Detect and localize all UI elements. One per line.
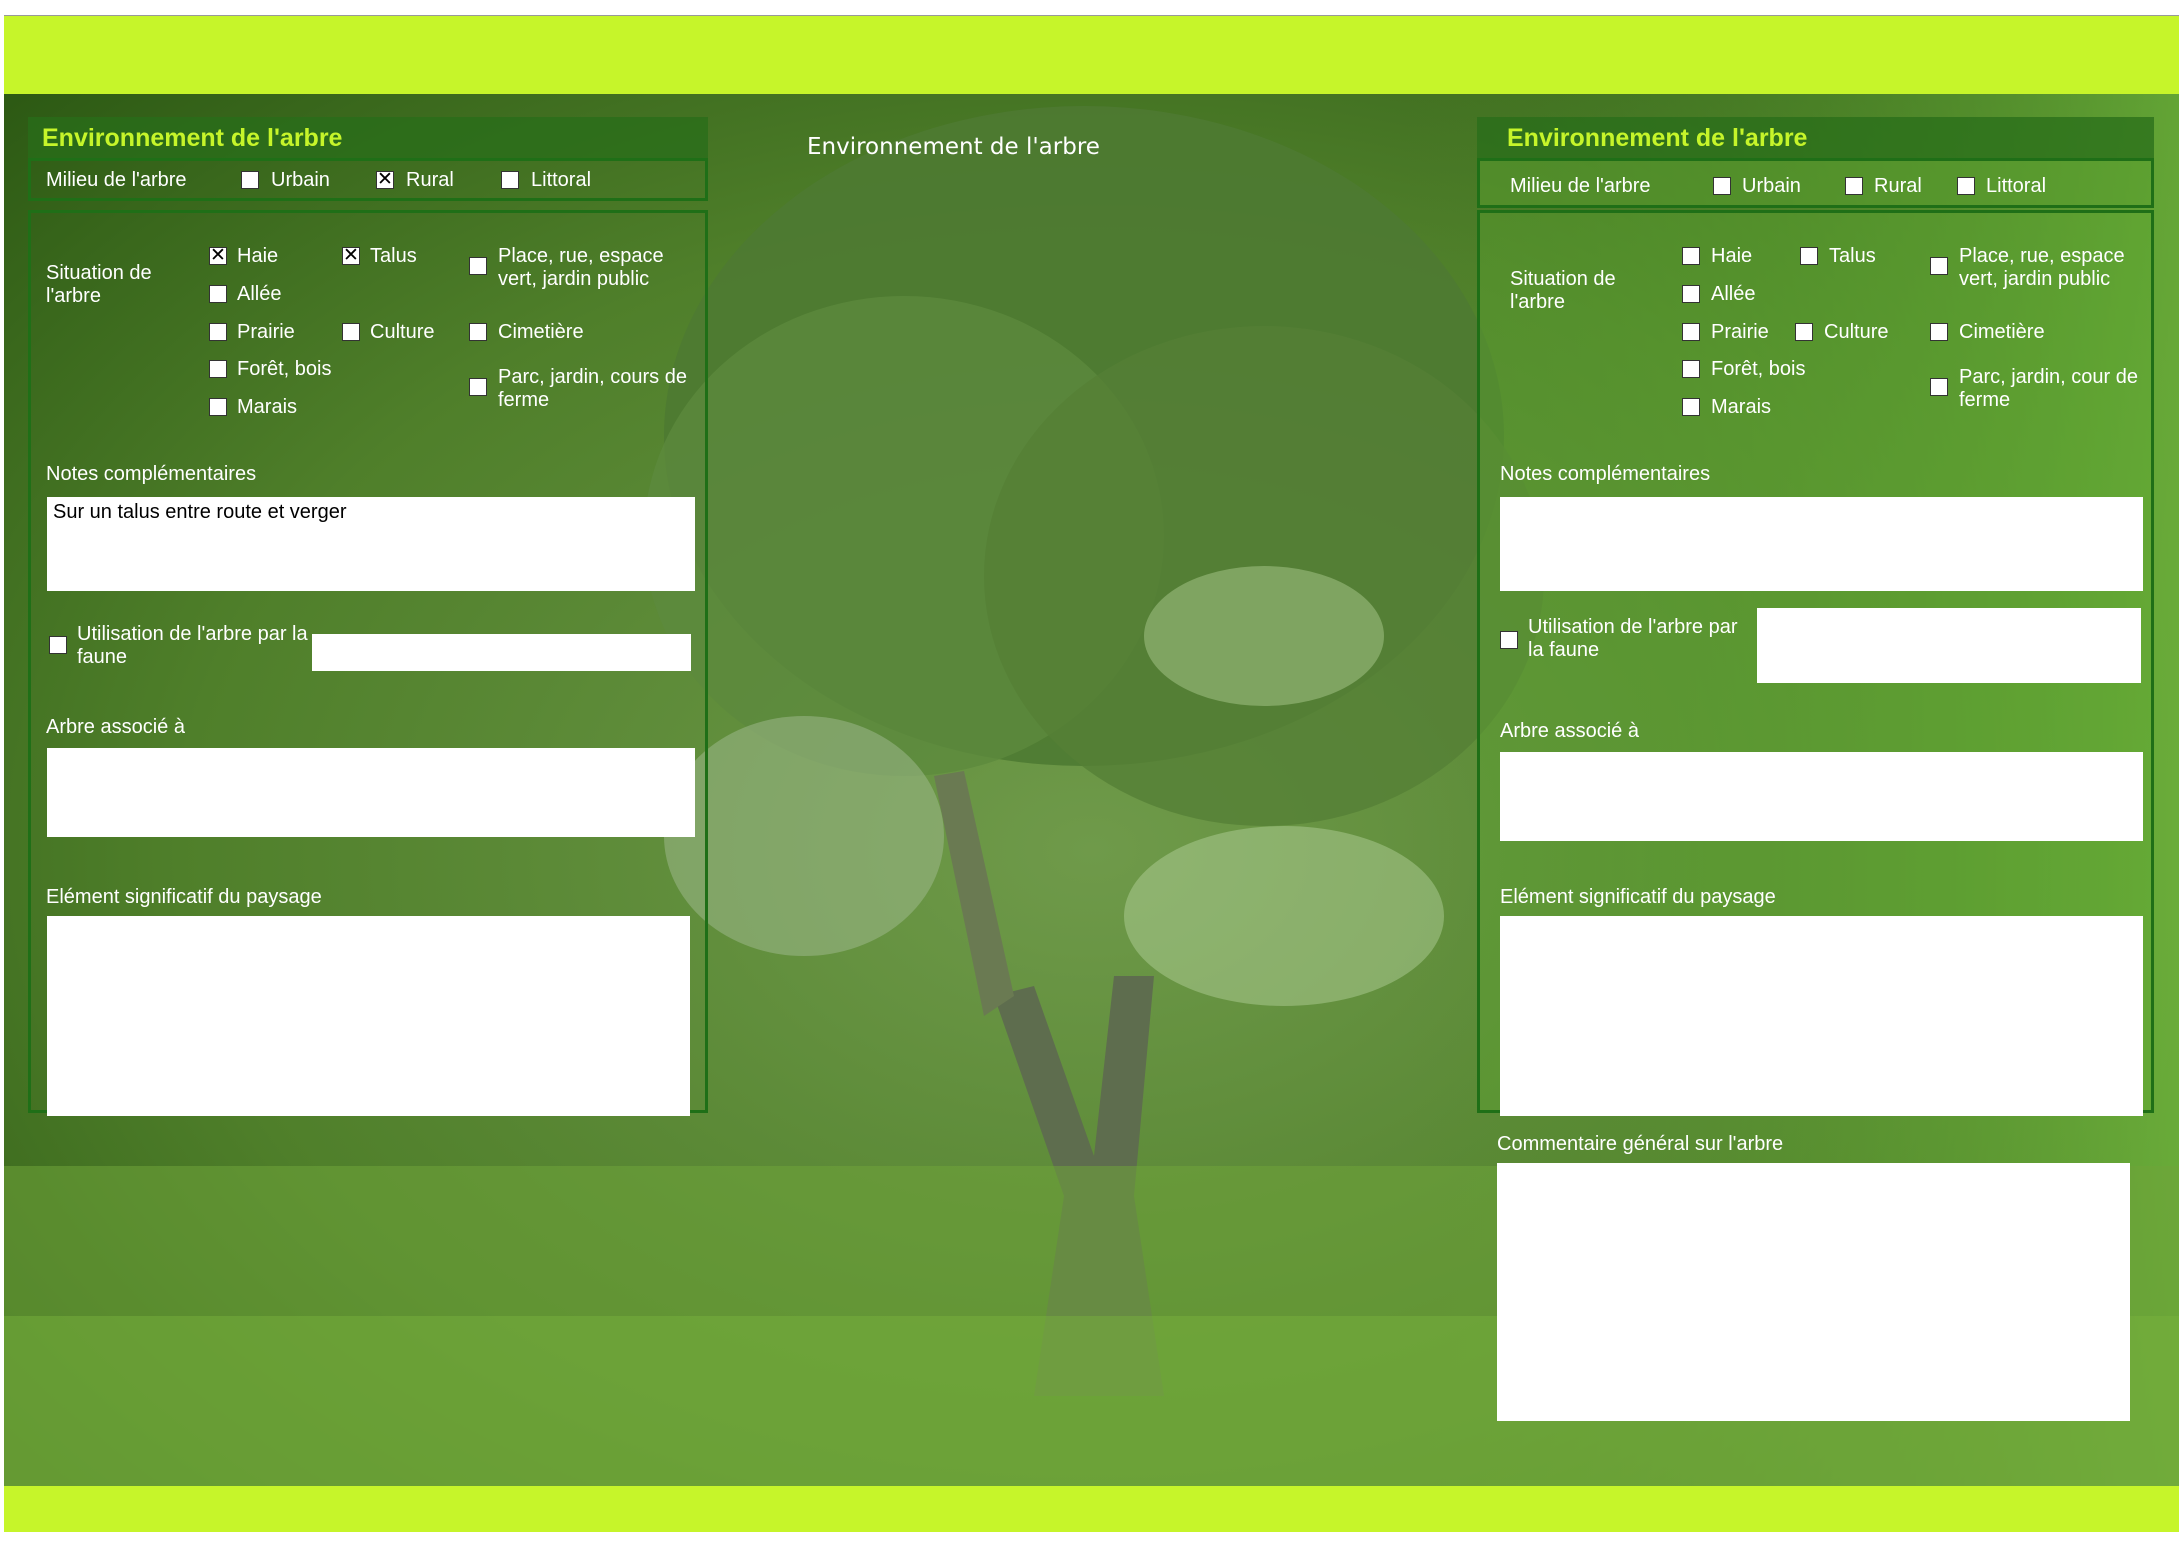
right-haie-checkbox[interactable]	[1682, 247, 1700, 265]
right-culture-label: Culture	[1824, 321, 1889, 343]
left-associe-field[interactable]	[47, 748, 695, 837]
top-band	[4, 16, 2179, 94]
left-notes-field[interactable]: Sur un talus entre route et verger	[47, 497, 695, 591]
right-prairie-label: Prairie	[1711, 321, 1769, 343]
left-parc-checkbox[interactable]	[469, 378, 487, 396]
right-milieu-rural-label: Rural	[1874, 175, 1922, 197]
right-notes-label: Notes complémentaires	[1500, 463, 1711, 485]
right-talus-checkbox[interactable]	[1800, 247, 1818, 265]
right-milieu-urbain-checkbox[interactable]	[1713, 177, 1731, 195]
right-foret-checkbox[interactable]	[1682, 360, 1700, 378]
right-cimetiere-checkbox[interactable]	[1930, 323, 1948, 341]
left-milieu-littoral-checkbox[interactable]	[501, 171, 519, 189]
left-marais-label: Marais	[237, 396, 298, 418]
right-element-field[interactable]	[1500, 916, 2143, 1116]
left-culture-checkbox[interactable]	[342, 323, 360, 341]
center-title: Environnement de l'arbre	[807, 134, 1100, 160]
bottom-band	[4, 1486, 2179, 1532]
left-marais-checkbox[interactable]	[209, 398, 227, 416]
left-cimetiere-label: Cimetière	[498, 321, 584, 343]
right-culture-checkbox[interactable]	[1795, 323, 1813, 341]
left-culture-label: Culture	[370, 321, 435, 343]
left-place-label: Place, rue, espace vert, jardin public	[498, 245, 664, 290]
left-cimetiere-checkbox[interactable]	[469, 323, 487, 341]
right-faune-field[interactable]	[1757, 608, 2141, 683]
right-notes-field[interactable]	[1500, 497, 2143, 591]
left-haie-checkbox[interactable]: ✕	[209, 246, 227, 265]
left-situation-label: Situation de l'arbre	[46, 262, 152, 307]
left-parc-label: Parc, jardin, cours de ferme	[498, 366, 687, 411]
right-panel-title: Environnement de l'arbre	[1477, 117, 2154, 159]
right-milieu-littoral-label: Littoral	[1986, 175, 2047, 197]
left-element-label: Elément significatif du paysage	[46, 886, 322, 908]
right-commentaire-field[interactable]	[1497, 1163, 2130, 1421]
left-faune-field[interactable]	[312, 634, 691, 671]
right-prairie-checkbox[interactable]	[1682, 323, 1700, 341]
left-talus-checkbox[interactable]: ✕	[342, 246, 360, 265]
left-prairie-checkbox[interactable]	[209, 323, 227, 341]
left-milieu-littoral-label: Littoral	[531, 169, 592, 191]
right-situation-label: Situation de l'arbre	[1510, 268, 1616, 313]
right-foret-label: Forêt, bois	[1711, 358, 1806, 380]
right-talus-label: Talus	[1829, 245, 1876, 267]
right-marais-checkbox[interactable]	[1682, 398, 1700, 416]
left-foret-label: Forêt, bois	[237, 358, 332, 380]
left-milieu-box: Milieu de l'arbre Urbain ✕ Rural Littora…	[28, 158, 708, 201]
right-element-label: Elément significatif du paysage	[1500, 886, 1776, 908]
right-faune-label: Utilisation de l'arbre par la faune	[1528, 616, 1738, 661]
right-milieu-rural-checkbox[interactable]	[1845, 177, 1863, 195]
form-page: Environnement de l'arbre Environnement d…	[4, 15, 2179, 1532]
left-foret-checkbox[interactable]	[209, 360, 227, 378]
left-milieu-urbain-label: Urbain	[271, 169, 330, 191]
right-milieu-urbain-label: Urbain	[1742, 175, 1801, 197]
left-haie-label: Haie	[237, 245, 279, 267]
left-situation-box: Situation de l'arbre ✕ Haie ✕ Talus Plac…	[28, 210, 708, 1116]
right-allee-checkbox[interactable]	[1682, 285, 1700, 303]
left-prairie-label: Prairie	[237, 321, 295, 343]
left-allee-checkbox[interactable]	[209, 285, 227, 303]
left-milieu-label: Milieu de l'arbre	[46, 169, 187, 191]
left-allee-label: Allée	[237, 283, 282, 305]
right-associe-label: Arbre associé à	[1500, 720, 1639, 742]
right-commentaire-label: Commentaire général sur l'arbre	[1497, 1133, 1784, 1155]
left-place-checkbox[interactable]	[469, 257, 487, 275]
right-faune-checkbox[interactable]	[1500, 631, 1518, 649]
right-place-label: Place, rue, espace vert, jardin public	[1959, 245, 2125, 290]
right-parc-checkbox[interactable]	[1930, 378, 1948, 396]
right-allee-label: Allée	[1711, 283, 1756, 305]
right-cimetiere-label: Cimetière	[1959, 321, 2045, 343]
right-parc-label: Parc, jardin, cour de ferme	[1959, 366, 2138, 411]
right-milieu-littoral-checkbox[interactable]	[1957, 177, 1975, 195]
right-milieu-label: Milieu de l'arbre	[1510, 175, 1651, 197]
right-milieu-box: Milieu de l'arbre Urbain Rural Littoral	[1477, 158, 2154, 208]
left-talus-label: Talus	[370, 245, 417, 267]
left-associe-label: Arbre associé à	[46, 716, 185, 738]
left-milieu-rural-checkbox[interactable]: ✕	[376, 170, 394, 189]
left-panel-title: Environnement de l'arbre	[28, 117, 708, 159]
right-place-checkbox[interactable]	[1930, 257, 1948, 275]
right-situation-box: Situation de l'arbre Haie Talus Place, r…	[1477, 210, 2154, 1116]
left-milieu-rural-label: Rural	[406, 169, 454, 191]
left-milieu-urbain-checkbox[interactable]	[241, 171, 259, 189]
left-element-field[interactable]	[47, 916, 690, 1116]
left-faune-checkbox[interactable]	[49, 636, 67, 654]
left-notes-label: Notes complémentaires	[46, 463, 257, 485]
right-marais-label: Marais	[1711, 396, 1772, 418]
right-haie-label: Haie	[1711, 245, 1753, 267]
right-associe-field[interactable]	[1500, 752, 2143, 841]
left-faune-label: Utilisation de l'arbre par la faune	[77, 623, 308, 668]
